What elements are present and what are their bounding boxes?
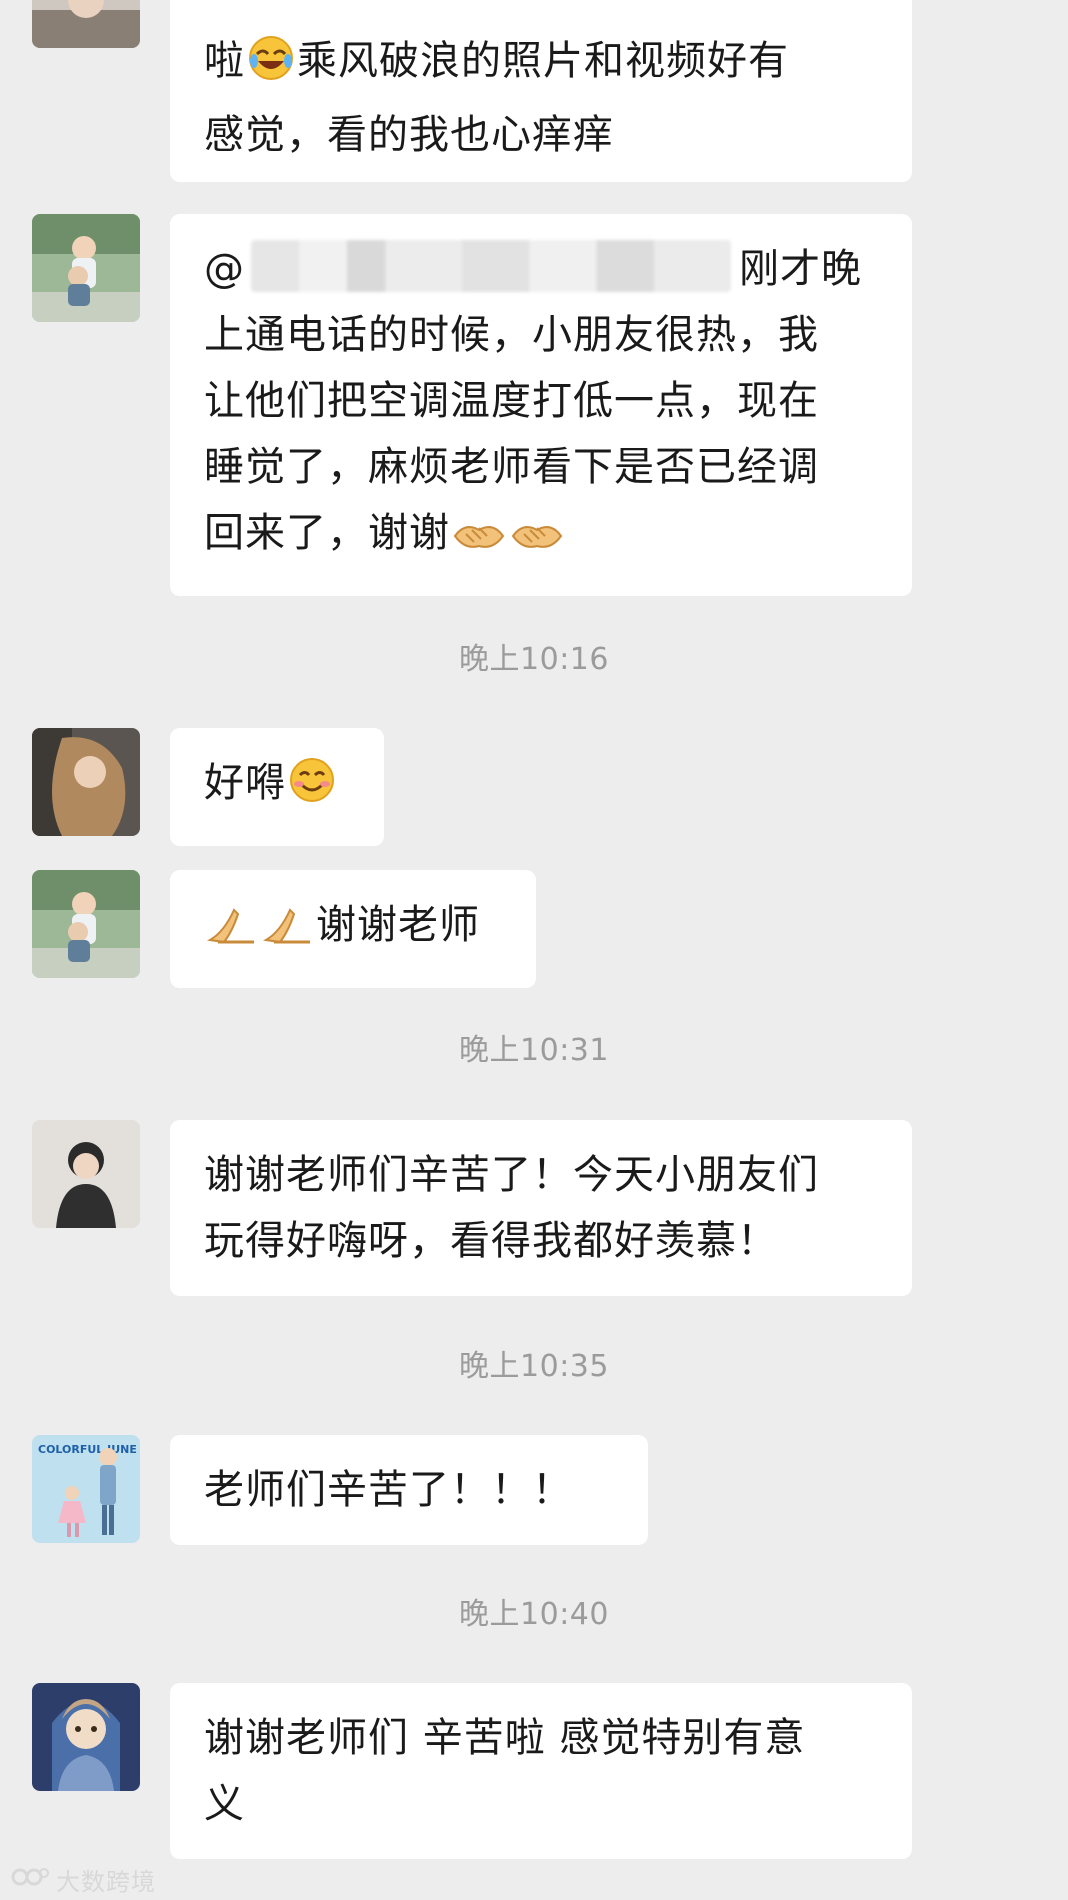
avatar[interactable]: COLORFUL JUNE bbox=[32, 1435, 140, 1543]
redacted-mention bbox=[251, 240, 731, 292]
watermark: 大数跨境 bbox=[10, 1862, 156, 1897]
message-bubble[interactable]: @ 刚才晚 上通电话的时候，小朋友很热，我 让他们把空调温度打低一点，现在 睡觉了… bbox=[170, 214, 912, 596]
message-line: 玩得好嗨呀，看得我都好羡慕！ bbox=[204, 1218, 778, 1264]
message-line: 义 bbox=[204, 1781, 245, 1827]
avatar[interactable] bbox=[32, 870, 140, 978]
laughing-tears-emoji-icon bbox=[247, 34, 295, 102]
message-line: 啦乘风破浪的照片和视频好有 bbox=[204, 28, 878, 102]
message-bubble[interactable]: 好嘚 bbox=[170, 728, 384, 846]
handshake-emoji-icon bbox=[510, 508, 564, 574]
message-bubble[interactable]: 谢谢老师们辛苦了！今天小朋友们 玩得好嗨呀，看得我都好羡慕！ bbox=[170, 1120, 912, 1296]
watermark-logo-icon bbox=[10, 1864, 50, 1896]
avatar[interactable] bbox=[32, 1683, 140, 1791]
avatar[interactable] bbox=[32, 1120, 140, 1228]
handshake-emoji-icon bbox=[452, 508, 506, 574]
message-line: 让他们把空调温度打低一点，现在 bbox=[204, 378, 819, 424]
watermark-text: 大数跨境 bbox=[56, 1868, 156, 1896]
message-line: 谢谢老师们辛苦了！今天小朋友们 bbox=[204, 1152, 819, 1198]
message-bubble[interactable]: 谢谢老师 bbox=[170, 870, 536, 988]
timestamp: 晚上10:16 bbox=[459, 642, 609, 677]
avatar-text: COLORFUL JUNE bbox=[38, 1443, 137, 1456]
timestamp: 晚上10:31 bbox=[459, 1033, 609, 1068]
message-bubble[interactable]: 啦乘风破浪的照片和视频好有 感觉，看的我也心痒痒 bbox=[170, 0, 912, 182]
message-line: 感觉，看的我也心痒痒 bbox=[204, 112, 614, 158]
message-line: 谢谢老师们 辛苦啦 感觉特别有意 bbox=[204, 1715, 806, 1761]
timestamp: 晚上10:35 bbox=[459, 1349, 609, 1384]
folded-hands-emoji-icon bbox=[206, 900, 258, 966]
message-bubble[interactable]: 老师们辛苦了！！！ bbox=[170, 1435, 648, 1545]
message-bubble[interactable]: 谢谢老师们 辛苦啦 感觉特别有意 义 bbox=[170, 1683, 912, 1859]
timestamp: 晚上10:40 bbox=[459, 1597, 609, 1632]
message-line: @ 刚才晚 bbox=[204, 236, 878, 302]
message-line: 上通电话的时候，小朋友很热，我 bbox=[204, 312, 819, 358]
avatar[interactable] bbox=[32, 728, 140, 836]
message-line: 好嘚 bbox=[204, 750, 350, 824]
message-line: 睡觉了，麻烦老师看下是否已经调 bbox=[204, 444, 819, 490]
folded-hands-emoji-icon bbox=[262, 900, 314, 966]
message-line: 回来了，谢谢 bbox=[204, 500, 878, 574]
avatar[interactable] bbox=[32, 214, 140, 322]
message-line: 谢谢老师 bbox=[204, 892, 502, 966]
message-line: 老师们辛苦了！！！ bbox=[204, 1467, 573, 1513]
smiling-face-emoji-icon bbox=[288, 756, 336, 824]
avatar[interactable] bbox=[32, 0, 140, 48]
